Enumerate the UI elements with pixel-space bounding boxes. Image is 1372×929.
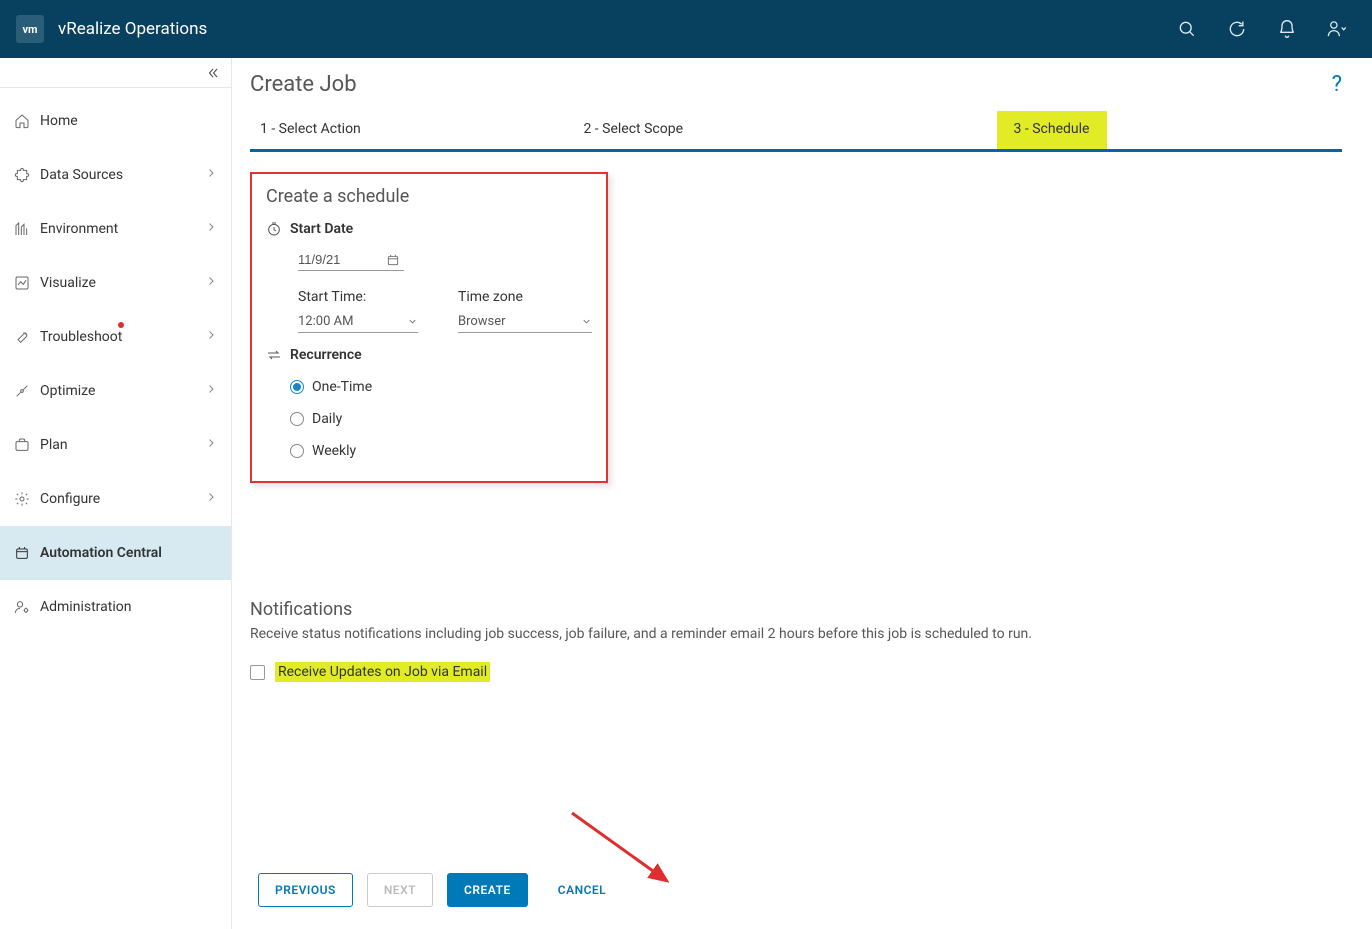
main-content: Create Job ? 1 - Select Action 2 - Selec… xyxy=(232,58,1372,929)
chevron-right-icon xyxy=(205,491,217,507)
nav-list: Home Data Sources Environment Visualize … xyxy=(0,88,231,634)
nav-label: Automation Central xyxy=(40,545,217,561)
wizard-step-2[interactable]: 2 - Select Scope xyxy=(506,111,762,149)
recurrence-label: Recurrence xyxy=(290,347,362,363)
radio-icon xyxy=(290,380,304,394)
chevron-right-icon xyxy=(205,221,217,237)
visualize-icon xyxy=(14,275,40,291)
admin-icon xyxy=(14,599,40,615)
start-date-label: Start Date xyxy=(290,221,353,237)
bell-icon[interactable] xyxy=(1276,18,1298,40)
previous-button[interactable]: Previous xyxy=(258,873,353,907)
email-updates-checkbox[interactable] xyxy=(250,665,265,680)
nav-label: Optimize xyxy=(40,383,205,399)
nav-item-environment[interactable]: Environment xyxy=(0,202,231,256)
nav-item-administration[interactable]: Administration xyxy=(0,580,231,634)
start-date-input[interactable] xyxy=(298,249,378,271)
optimize-icon xyxy=(14,383,40,399)
nav-label: Home xyxy=(40,113,217,129)
radio-icon xyxy=(290,412,304,426)
refresh-icon[interactable] xyxy=(1226,18,1248,40)
recurrence-option-weekly[interactable]: Weekly xyxy=(290,443,592,459)
home-icon xyxy=(14,113,40,129)
environment-icon xyxy=(14,221,40,237)
alert-dot-icon xyxy=(118,322,124,328)
radio-label: One-Time xyxy=(312,379,372,395)
calendar-picker-icon[interactable] xyxy=(378,250,404,271)
schedule-panel: Create a schedule Start Date Start Time:… xyxy=(250,172,608,483)
nav-label: Administration xyxy=(40,599,217,615)
nav-label: Data Sources xyxy=(40,167,205,183)
wizard-step-1[interactable]: 1 - Select Action xyxy=(250,111,506,149)
product-name: vRealize Operations xyxy=(58,19,207,39)
nav-label: Troubleshoot xyxy=(40,329,205,345)
search-icon[interactable] xyxy=(1176,18,1198,40)
notifications-section: Notifications Receive status notificatio… xyxy=(250,599,1342,682)
automation-icon xyxy=(14,545,40,561)
schedule-panel-title: Create a schedule xyxy=(266,186,592,207)
timezone-label: Time zone xyxy=(458,289,592,305)
radio-label: Daily xyxy=(312,411,342,427)
chevron-right-icon xyxy=(205,383,217,399)
nav-label: Environment xyxy=(40,221,205,237)
page-title: Create Job xyxy=(250,72,357,97)
chevron-right-icon xyxy=(205,167,217,183)
cancel-button[interactable]: Cancel xyxy=(542,873,622,907)
recurrence-option-one-time[interactable]: One-Time xyxy=(290,379,592,395)
start-time-value: 12:00 AM xyxy=(298,314,353,329)
gear-icon xyxy=(14,491,40,507)
sidebar: Home Data Sources Environment Visualize … xyxy=(0,58,232,929)
recurrence-options: One-Time Daily Weekly xyxy=(290,379,592,459)
recurrence-icon xyxy=(266,347,290,363)
create-button[interactable]: Create xyxy=(447,873,528,907)
timezone-value: Browser xyxy=(458,314,506,329)
chevron-right-icon xyxy=(205,437,217,453)
header-actions xyxy=(1176,18,1356,40)
puzzle-icon xyxy=(14,167,40,183)
wizard-step-3[interactable]: 3 - Schedule xyxy=(997,111,1107,149)
chevron-right-icon xyxy=(205,275,217,291)
nav-item-configure[interactable]: Configure xyxy=(0,472,231,526)
notifications-description: Receive status notifications including j… xyxy=(250,626,1342,642)
next-button: Next xyxy=(367,873,433,907)
sidebar-collapse-toggle[interactable] xyxy=(0,58,231,88)
start-time-select[interactable]: 12:00 AM xyxy=(298,311,418,333)
timezone-select[interactable]: Browser xyxy=(458,311,592,333)
wrench-icon xyxy=(14,329,40,345)
nav-item-optimize[interactable]: Optimize xyxy=(0,364,231,418)
help-icon[interactable]: ? xyxy=(1332,72,1342,97)
top-header: vm vRealize Operations xyxy=(0,0,1372,58)
nav-label: Visualize xyxy=(40,275,205,291)
nav-label: Configure xyxy=(40,491,205,507)
nav-item-automation-central[interactable]: Automation Central xyxy=(0,526,231,580)
wizard-steps: 1 - Select Action 2 - Select Scope 3 - S… xyxy=(250,111,1342,152)
start-time-label: Start Time: xyxy=(298,289,418,305)
product-logo: vm xyxy=(16,15,44,43)
radio-icon xyxy=(290,444,304,458)
email-updates-label: Receive Updates on Job via Email xyxy=(275,662,490,682)
recurrence-option-daily[interactable]: Daily xyxy=(290,411,592,427)
nav-item-home[interactable]: Home xyxy=(0,94,231,148)
chevron-right-icon xyxy=(205,329,217,345)
nav-label: Plan xyxy=(40,437,205,453)
nav-item-troubleshoot[interactable]: Troubleshoot xyxy=(0,310,231,364)
nav-item-plan[interactable]: Plan xyxy=(0,418,231,472)
user-menu-icon[interactable] xyxy=(1326,18,1348,40)
wizard-footer: Previous Next Create Cancel xyxy=(250,849,1342,925)
nav-item-data-sources[interactable]: Data Sources xyxy=(0,148,231,202)
clock-icon xyxy=(266,221,290,237)
nav-item-visualize[interactable]: Visualize xyxy=(0,256,231,310)
radio-label: Weekly xyxy=(312,443,356,459)
plan-icon xyxy=(14,437,40,453)
notifications-title: Notifications xyxy=(250,599,1342,620)
